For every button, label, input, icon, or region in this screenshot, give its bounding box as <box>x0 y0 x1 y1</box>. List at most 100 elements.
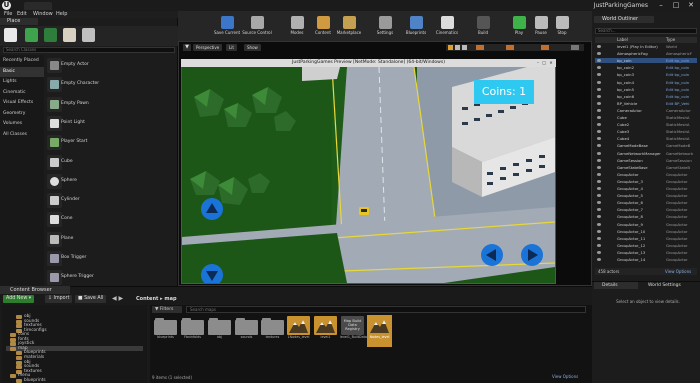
visibility-eye-icon[interactable] <box>597 165 601 169</box>
category-geometry[interactable]: Geometry <box>0 109 44 119</box>
visibility-eye-icon[interactable] <box>597 236 601 240</box>
settings-button[interactable]: Settings <box>370 15 400 39</box>
outliner-row[interactable]: bp_coin Edit bp_coin <box>595 58 697 64</box>
place-mode-icon[interactable] <box>4 28 17 42</box>
outliner-row[interactable]: AtmosphericFog AtmosphericF <box>595 51 697 56</box>
asset-tile[interactable]: Map Build Data Registry level1_BuiltData <box>340 315 367 347</box>
outliner-row[interactable]: GroupActor_5 GroupActor <box>595 193 697 198</box>
paint-mode-icon[interactable] <box>25 28 38 42</box>
visibility-eye-icon[interactable] <box>597 229 601 233</box>
content-view-options[interactable]: View Options <box>552 374 578 379</box>
search-classes-input[interactable]: Search Classes <box>3 47 175 53</box>
asset-tile[interactable]: sounds <box>234 315 259 347</box>
asset-tile[interactable]: 1Nodes_level <box>286 315 311 347</box>
visibility-eye-icon[interactable] <box>597 243 601 247</box>
blueprints-button[interactable]: Blueprints <box>401 15 431 39</box>
pie-window-controls[interactable]: – □ ✕ <box>537 60 554 66</box>
outliner-row[interactable]: BP_Vehicle Edit BP_Vehi <box>595 101 697 106</box>
visibility-eye-icon[interactable] <box>597 80 601 84</box>
show-button[interactable]: Show <box>244 44 261 51</box>
world-outliner-tab[interactable]: World Outliner <box>594 16 654 23</box>
save-current-button[interactable]: Save Current <box>212 15 242 39</box>
asset-tile[interactable]: Nodes_level <box>367 315 392 347</box>
visibility-eye-icon[interactable] <box>597 172 601 176</box>
tree-item[interactable]: blueprints <box>6 378 143 383</box>
outliner-row-type[interactable]: Edit BP_Vehi <box>666 101 689 106</box>
visibility-eye-icon[interactable] <box>597 158 601 162</box>
menu-window[interactable]: Window <box>33 11 53 18</box>
foliage-mode-icon[interactable] <box>63 28 76 42</box>
menu-edit[interactable]: Edit <box>17 11 27 18</box>
visibility-eye-icon[interactable] <box>597 144 601 148</box>
outliner-row[interactable]: GroupActor_11 GroupActor <box>595 236 697 241</box>
visibility-eye-icon[interactable] <box>597 208 601 212</box>
category-all-classes[interactable]: All Classes <box>0 130 44 140</box>
actor-item-cone[interactable]: Cone <box>44 210 178 230</box>
visibility-eye-icon[interactable] <box>597 101 601 105</box>
outliner-col-type[interactable]: Type <box>666 37 675 43</box>
visibility-eye-icon[interactable] <box>597 94 601 98</box>
outliner-row[interactable]: GroupActor_6 GroupActor <box>595 200 697 205</box>
outliner-row[interactable]: bp_coin3 Edit bp_coin <box>595 72 697 77</box>
add-new-button[interactable]: Add New ▾ <box>3 295 35 303</box>
outliner-search-input[interactable]: Search... <box>595 28 697 34</box>
asset-tile[interactable]: Fbxinfolds <box>180 315 205 347</box>
world-settings-tab[interactable]: World Settings <box>640 282 698 289</box>
level-tab[interactable] <box>24 2 52 10</box>
outliner-row[interactable]: Cube4 StaticMeshA <box>595 136 697 141</box>
visibility-eye-icon[interactable] <box>597 116 601 119</box>
scale-tool-icon[interactable] <box>462 45 467 50</box>
visibility-eye-icon[interactable] <box>597 130 601 134</box>
landscape-mode-icon[interactable] <box>44 28 57 42</box>
scale-snap-icon[interactable] <box>541 45 549 50</box>
outliner-row-type[interactable]: Edit bp_coin <box>666 87 689 92</box>
import-button[interactable]: ⇩ Import <box>45 295 73 303</box>
visibility-eye-icon[interactable] <box>597 151 601 155</box>
visibility-eye-icon[interactable] <box>597 73 601 77</box>
outliner-row[interactable]: GroupActor_13 GroupActor <box>595 250 697 255</box>
outliner-row[interactable]: GroupActor_14 GroupActor <box>595 257 697 262</box>
visibility-eye-icon[interactable] <box>597 123 601 127</box>
outliner-row[interactable]: bp_coin6 Edit bp_coin <box>595 94 697 99</box>
outliner-row[interactable]: level1 (Play In Editor) World <box>595 44 697 49</box>
stop-button[interactable]: Stop <box>547 15 577 39</box>
menu-help[interactable]: Help <box>56 11 67 18</box>
outliner-row[interactable]: GroupActor_3 GroupActor <box>595 179 697 184</box>
asset-tile[interactable]: textures <box>260 315 285 347</box>
content-browser-tab[interactable]: Content Browser <box>0 286 70 294</box>
outliner-row[interactable]: GroupActor_10 GroupActor <box>595 229 697 234</box>
actor-item-point-light[interactable]: Point Light <box>44 114 178 134</box>
close-icon[interactable]: ✕ <box>684 0 698 10</box>
outliner-row[interactable]: bp_coin5 Edit bp_coin <box>595 87 697 92</box>
save-all-button[interactable]: ■ Save All <box>75 295 107 303</box>
visibility-eye-icon[interactable] <box>597 137 601 141</box>
path-current[interactable]: map <box>164 296 176 302</box>
geometry-mode-icon[interactable] <box>82 28 95 42</box>
outliner-row[interactable]: GameStateBase GameStateB <box>595 165 697 170</box>
category-recently-placed[interactable]: Recently Placed <box>0 56 44 66</box>
minimize-icon[interactable]: – <box>654 0 668 10</box>
rotate-tool-icon[interactable] <box>455 45 460 50</box>
translate-tool-icon[interactable] <box>448 45 453 50</box>
visibility-eye-icon[interactable] <box>597 258 601 261</box>
visibility-eye-icon[interactable] <box>597 187 601 190</box>
visibility-eye-icon[interactable] <box>597 52 601 56</box>
outliner-row[interactable]: bp_coin4 Edit bp_coin <box>595 80 697 85</box>
outliner-row[interactable]: bp_coin2 Edit bp_coin <box>595 65 697 70</box>
filters-button[interactable]: ▼ Filters <box>152 306 182 313</box>
search-assets-input[interactable]: Search maps <box>186 306 586 313</box>
lit-button[interactable]: Lit <box>226 44 237 51</box>
outliner-view-options[interactable]: View Options <box>665 268 691 275</box>
outliner-row[interactable]: GameSession GameSession <box>595 158 697 163</box>
outliner-col-label[interactable]: Label <box>617 37 628 43</box>
outliner-row[interactable]: Cube StaticMeshA <box>595 115 697 120</box>
outliner-row[interactable]: GroupActor GroupActor <box>595 172 697 177</box>
outliner-row[interactable]: GroupActor_7 GroupActor <box>595 207 697 212</box>
actor-item-empty-pawn[interactable]: Empty Pawn <box>44 95 178 115</box>
unreal-logo-icon[interactable]: U <box>2 1 11 10</box>
outliner-row[interactable]: GroupActor_12 GroupActor <box>595 243 697 248</box>
marketplace-button[interactable]: Marketplace <box>334 15 364 39</box>
details-tab[interactable]: Details <box>594 282 638 289</box>
actor-item-player-start[interactable]: Player Start <box>44 133 178 153</box>
actor-item-empty-character[interactable]: Empty Character <box>44 75 178 95</box>
